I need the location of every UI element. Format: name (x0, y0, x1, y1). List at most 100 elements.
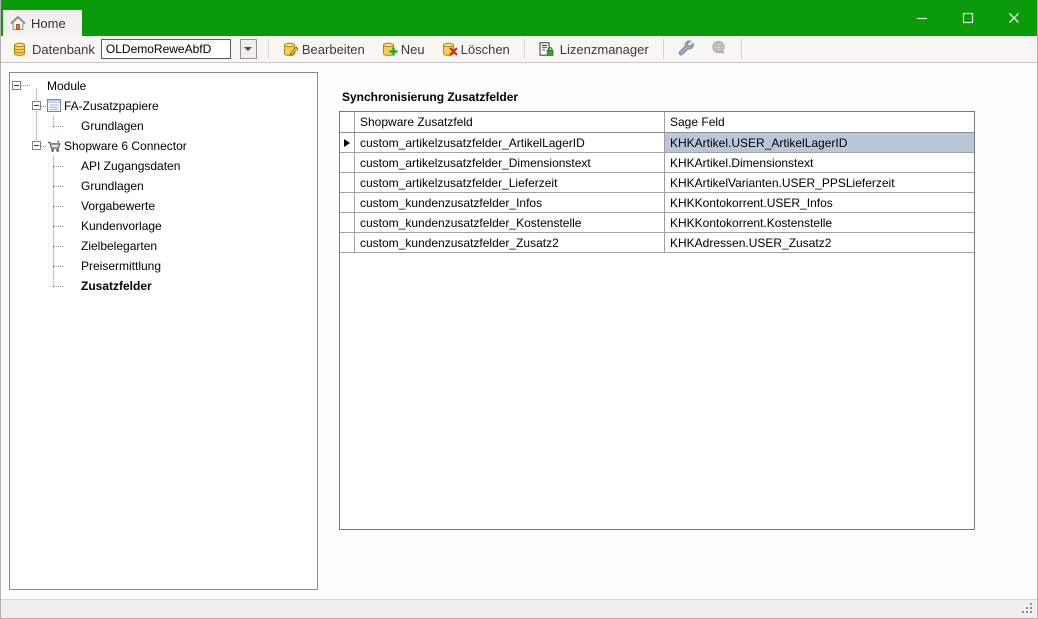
license-document-lock-icon (539, 42, 554, 57)
cell-shopware[interactable]: custom_kundenzusatzfelder_Kostenstelle (355, 213, 665, 232)
web-button[interactable] (704, 38, 734, 60)
tree-item-label: Zielbelegarten (81, 239, 157, 253)
lizenzmanager-button[interactable]: Lizenzmanager (532, 38, 656, 60)
cell-shopware[interactable]: custom_artikelzusatzfelder_ArtikelLagerI… (355, 133, 665, 152)
minimize-button[interactable] (899, 0, 945, 36)
row-selector[interactable] (340, 193, 355, 212)
zusatzfelder-table: Shopware Zusatzfeld Sage Feld custom_art… (339, 111, 975, 530)
tree-item-label: Kundenvorlage (81, 219, 162, 233)
neu-button[interactable]: Neu (375, 38, 432, 60)
resize-grip[interactable] (1022, 603, 1024, 605)
tools-button[interactable] (671, 38, 701, 60)
row-selector[interactable] (340, 153, 355, 172)
collapse-icon[interactable] (12, 81, 21, 90)
cell-sage[interactable]: KHKKontokorrent.USER_Infos (665, 193, 974, 212)
database-edit-icon (283, 42, 296, 57)
tree-item-label: Vorgabewerte (81, 199, 155, 213)
tree-item-api-zugangsdaten[interactable]: API Zugangsdaten (10, 156, 317, 176)
database-delete-icon (442, 42, 455, 57)
cell-shopware[interactable]: custom_kundenzusatzfelder_Infos (355, 193, 665, 212)
globe-disabled-icon (711, 40, 727, 59)
toolbar-separator (268, 39, 269, 59)
tree-item-label: Preisermittlung (81, 259, 161, 273)
maximize-button[interactable] (945, 0, 991, 36)
close-button[interactable] (991, 0, 1037, 36)
cell-sage[interactable]: KHKArtikelVarianten.USER_PPSLieferzeit (665, 173, 974, 192)
tree-item-label: Shopware 6 Connector (64, 139, 187, 153)
app-window: Home Datenbank (0, 0, 1038, 619)
collapse-icon[interactable] (32, 101, 41, 110)
tree-item-shopware-6-connector[interactable]: Shopware 6 Connector (10, 136, 317, 156)
row-selector[interactable] (340, 133, 355, 152)
tree-item-grundlagen-fa[interactable]: Grundlagen (10, 116, 317, 136)
table-row: custom_kundenzusatzfelder_Infos KHKKonto… (340, 193, 974, 213)
table-row: custom_artikelzusatzfelder_Dimensionstex… (340, 153, 974, 173)
current-row-marker-icon (344, 139, 350, 147)
window-controls (899, 0, 1037, 36)
cell-shopware[interactable]: custom_artikelzusatzfelder_Lieferzeit (355, 173, 665, 192)
module-tree-panel: Module FA-Zusatzpapiere (9, 72, 318, 590)
cell-sage[interactable]: KHKArtikel.Dimensionstext (665, 153, 974, 172)
report-table-icon (47, 99, 61, 115)
titlebar[interactable]: Home (1, 0, 1037, 36)
plus-icon (389, 44, 398, 59)
tree-item-preisermittlung[interactable]: Preisermittlung (10, 256, 317, 276)
tree-item-zielbelegarten[interactable]: Zielbelegarten (10, 236, 317, 256)
row-selector[interactable] (340, 233, 355, 252)
table-row: custom_kundenzusatzfelder_Kostenstelle K… (340, 213, 974, 233)
cell-shopware[interactable]: custom_kundenzusatzfelder_Zusatz2 (355, 233, 665, 252)
chevron-down-icon (244, 47, 252, 51)
datenbank-label: Datenbank (32, 42, 95, 57)
minimize-icon (916, 12, 928, 24)
tree-item-kundenvorlage[interactable]: Kundenvorlage (10, 216, 317, 236)
tree-item-label: API Zugangsdaten (81, 159, 180, 173)
close-icon (1008, 12, 1020, 24)
tree-item-module[interactable]: Module (10, 76, 317, 96)
bearbeiten-label: Bearbeiten (302, 42, 365, 57)
tree-item-vorgabewerte[interactable]: Vorgabewerte (10, 196, 317, 216)
row-selector[interactable] (340, 173, 355, 192)
row-selector-header (340, 112, 355, 132)
datenbank-combobox-input[interactable] (101, 39, 231, 59)
tree-item-label-selected: Zusatzfelder (81, 279, 152, 293)
lizenzmanager-label: Lizenzmanager (560, 42, 649, 57)
toolbar: Datenbank Bearbeiten (1, 36, 1037, 63)
datenbank-group: Datenbank (9, 38, 261, 60)
collapse-icon[interactable] (32, 141, 41, 150)
module-tree: Module FA-Zusatzpapiere (10, 73, 317, 589)
tree-item-label: FA-Zusatzpapiere (64, 99, 159, 113)
table-header-row: Shopware Zusatzfeld Sage Feld (340, 112, 974, 133)
wrench-icon (678, 40, 694, 59)
cell-sage[interactable]: KHKAdressen.USER_Zusatz2 (665, 233, 974, 252)
tree-item-label: Grundlagen (81, 179, 144, 193)
row-selector[interactable] (340, 213, 355, 232)
home-icon (10, 16, 26, 31)
tree-item-grundlagen-shopware[interactable]: Grundlagen (10, 176, 317, 196)
cell-sage[interactable]: KHKKontokorrent.Kostenstelle (665, 213, 974, 232)
datenbank-dropdown-button[interactable] (240, 39, 257, 59)
maximize-icon (962, 12, 974, 24)
red-x-icon (449, 44, 458, 59)
column-header-shopware: Shopware Zusatzfeld (355, 112, 665, 132)
tab-home-label: Home (31, 16, 66, 31)
bearbeiten-button[interactable]: Bearbeiten (276, 38, 372, 60)
database-icon (13, 42, 26, 57)
table-row: custom_kundenzusatzfelder_Zusatz2 KHKAdr… (340, 233, 974, 253)
cell-sage-selected[interactable]: KHKArtikel.USER_ArtikelLagerID (665, 133, 974, 152)
database-add-icon (382, 42, 395, 57)
tree-item-fa-zusatzpapiere[interactable]: FA-Zusatzpapiere (10, 96, 317, 116)
loeschen-button[interactable]: Löschen (435, 38, 517, 60)
tab-home[interactable]: Home (3, 10, 82, 36)
table-row: custom_artikelzusatzfelder_ArtikelLagerI… (340, 133, 974, 153)
column-header-sage: Sage Feld (665, 112, 974, 132)
shopping-cart-icon (47, 139, 62, 156)
tree-item-zusatzfelder[interactable]: Zusatzfelder (10, 276, 317, 296)
cell-shopware[interactable]: custom_artikelzusatzfelder_Dimensionstex… (355, 153, 665, 172)
status-bar (1, 599, 1037, 618)
tree-item-label: Grundlagen (81, 119, 144, 133)
toolbar-separator (663, 39, 664, 59)
pencil-icon (289, 44, 299, 59)
toolbar-separator (524, 39, 525, 59)
tree-item-label: Module (47, 79, 86, 93)
page-title: Synchronisierung Zusatzfelder (342, 90, 518, 104)
